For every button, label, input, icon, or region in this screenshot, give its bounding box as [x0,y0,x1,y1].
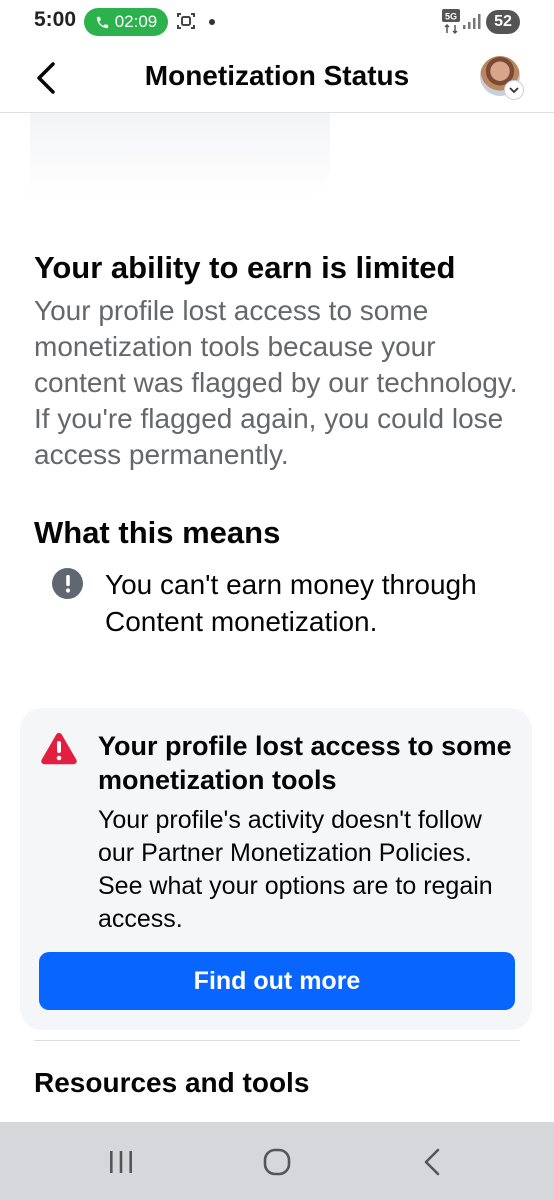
back-button[interactable] [26,58,66,98]
home-button[interactable] [253,1140,301,1184]
warning-triangle-icon [41,733,77,765]
system-back-button[interactable] [408,1140,456,1184]
app-header: Monetization Status [0,44,554,113]
home-icon [263,1148,291,1176]
recents-button[interactable] [97,1140,145,1184]
find-out-more-button[interactable]: Find out more [39,952,515,1010]
chevron-down-icon [504,80,524,100]
limit-heading: Your ability to earn is limited [34,250,456,285]
status-bar: 5:00 02:09 5G 52 [0,0,554,44]
profile-switcher[interactable] [480,56,524,100]
5g-network-icon: 5G [442,9,460,35]
status-time: 5:00 [34,8,77,31]
battery-indicator: 52 [486,10,520,34]
list-item-text: You can't earn money through Content mon… [105,569,477,637]
screen-capture-icon [177,13,195,29]
call-timer: 02:09 [114,12,158,31]
network-label: 5G [445,12,457,22]
warning-card: Your profile lost access to some monetiz… [20,708,532,1030]
notification-dot-icon [209,19,215,25]
back-arrow-icon [37,62,55,94]
divider [34,1040,520,1041]
hero-illustration [30,113,330,203]
page-title: Monetization Status [144,60,410,91]
resources-heading: Resources and tools [34,1067,310,1098]
signal-strength-icon [463,14,481,29]
limit-description: Your profile lost access to some monetiz… [34,295,518,470]
exclamation-circle-icon [52,568,83,599]
recents-icon [110,1151,132,1173]
what-this-means-heading: What this means [34,515,281,550]
ongoing-call-pill[interactable]: 02:09 [84,8,168,36]
phone-icon [96,16,108,28]
back-icon [424,1148,440,1176]
warning-description: Your profile's activity doesn't follow o… [98,806,493,933]
warning-title: Your profile lost access to some monetiz… [98,731,512,795]
system-nav-bar [0,1122,554,1200]
